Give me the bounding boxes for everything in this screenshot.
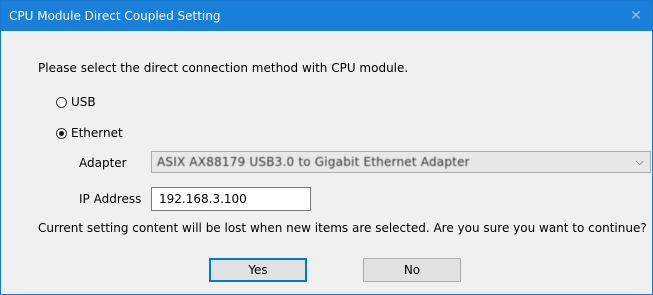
radio-ethernet-indicator[interactable] <box>56 127 67 139</box>
prompt-text: Please select the direct connection meth… <box>38 61 409 75</box>
title-bar[interactable]: CPU Module Direct Coupled Setting ✕ <box>1 1 652 31</box>
radio-usb-indicator[interactable] <box>56 96 67 108</box>
adapter-label: Adapter <box>79 156 127 170</box>
yes-button[interactable]: Yes <box>209 258 307 282</box>
radio-ethernet-label[interactable]: Ethernet <box>71 126 123 140</box>
close-icon[interactable]: ✕ <box>626 6 646 26</box>
ip-address-field[interactable]: 192.168.3.100 <box>151 187 311 211</box>
radio-ethernet[interactable]: Ethernet <box>56 126 123 140</box>
ip-address-value: 192.168.3.100 <box>159 192 247 206</box>
warning-message: Current setting content will be lost whe… <box>38 221 647 235</box>
radio-usb-label[interactable]: USB <box>71 95 96 109</box>
chevron-down-icon[interactable]: ⌵ <box>636 155 644 169</box>
window-title: CPU Module Direct Coupled Setting <box>9 9 221 23</box>
ip-address-label: IP Address <box>79 192 142 206</box>
adapter-select[interactable]: ASIX AX88179 USB3.0 to Gigabit Ethernet … <box>151 151 651 173</box>
adapter-select-value: ASIX AX88179 USB3.0 to Gigabit Ethernet … <box>157 155 470 169</box>
radio-usb[interactable]: USB <box>56 95 96 109</box>
dialog-window: CPU Module Direct Coupled Setting ✕ Plea… <box>0 0 653 295</box>
no-button[interactable]: No <box>363 258 461 282</box>
